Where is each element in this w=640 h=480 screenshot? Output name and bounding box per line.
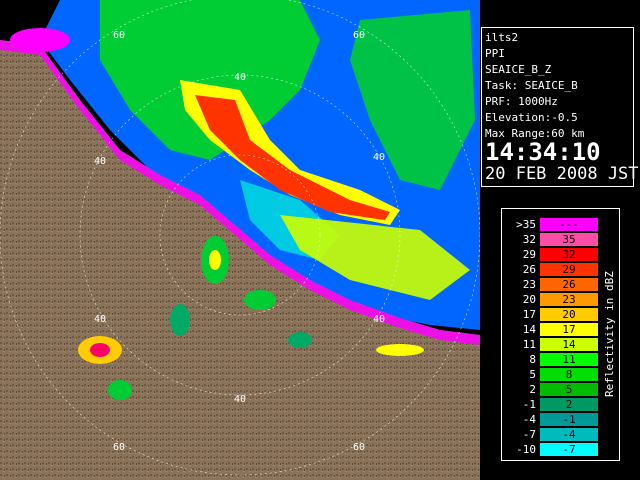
ring-label: 60	[353, 442, 365, 453]
elevation-value: Elevation:-0.5	[485, 111, 578, 124]
scan-date: 20 FEB 2008 JST	[485, 164, 639, 184]
ring-label: 40	[234, 394, 246, 405]
legend-low-value: -1	[522, 398, 536, 411]
legend-low-value: 23	[522, 278, 536, 291]
legend-high-value: -7	[562, 443, 576, 456]
legend-row: -10 -7	[502, 442, 602, 457]
legend-row: 26 29	[502, 262, 602, 277]
legend-high-value: 32	[562, 248, 576, 261]
legend-row: 11 14	[502, 337, 602, 352]
legend-low-value: -7	[522, 428, 536, 441]
legend-row: -4 -1	[502, 412, 602, 427]
legend-low-value: -10	[516, 443, 536, 456]
product-name: SEAICE_B_Z	[485, 63, 552, 76]
legend-low-value: 2	[529, 383, 536, 396]
scan-type: PPI	[485, 47, 505, 60]
legend-high-value: -1	[562, 413, 576, 426]
legend-row: -7 -4	[502, 427, 602, 442]
legend-low-value: 11	[522, 338, 536, 351]
legend-high-value: 17	[562, 323, 576, 336]
legend-high-value: 26	[562, 278, 576, 291]
prf-value: PRF: 1000Hz	[485, 95, 558, 108]
legend-row: 20 23	[502, 292, 602, 307]
legend-high-value: 35	[562, 233, 576, 246]
ring-label: 60	[113, 30, 125, 41]
legend-low-value: 14	[522, 323, 536, 336]
task-name: Task: SEAICE_B	[485, 79, 578, 92]
legend-row: >35 ---	[502, 217, 602, 232]
scan-time: 14:34:10	[485, 138, 601, 166]
legend-high-value: 29	[562, 263, 576, 276]
ring-label: 40	[94, 156, 106, 167]
ring-label: 40	[234, 72, 246, 83]
legend-row: -1 2	[502, 397, 602, 412]
legend-low-value: 32	[522, 233, 536, 246]
legend-low-value: 17	[522, 308, 536, 321]
host-name: ilts2	[485, 31, 519, 44]
legend-row: 25	[502, 382, 602, 397]
legend-high-value: 20	[562, 308, 576, 321]
legend-high-value: 8	[565, 368, 573, 381]
legend-high-value: 14	[562, 338, 576, 351]
ring-label: 40	[373, 314, 385, 325]
legend-high-value: 11	[562, 353, 576, 366]
legend-high-value: 5	[565, 383, 573, 396]
legend-row: 8 11	[502, 352, 602, 367]
legend-row: 14 17	[502, 322, 602, 337]
ring-label: 40	[373, 152, 385, 163]
legend-low-value: -4	[522, 413, 536, 426]
legend-high-value: 2	[565, 398, 573, 411]
scan-info-panel: ilts2 PPI SEAICE_B_Z Task: SEAICE_B PRF:…	[481, 27, 639, 187]
reflectivity-legend: >35 --- 32 35 29 32 26 29 23 26 20 23 17 20 14 17 11 14 8 1…	[501, 208, 620, 461]
legend-row: 23 26	[502, 277, 602, 292]
legend-axis-label: Reflectivity in dBZ	[603, 271, 616, 397]
legend-low-value: 26	[522, 263, 536, 276]
legend-row: 32 35	[502, 232, 602, 247]
legend-row: 17 20	[502, 307, 602, 322]
legend-low-value: 5	[529, 368, 536, 381]
legend-low-value: 29	[522, 248, 536, 261]
legend-high-value: 23	[562, 293, 576, 306]
legend-row: 29 32	[502, 247, 602, 262]
ring-label: 60	[113, 442, 125, 453]
ring-label: 60	[353, 30, 365, 41]
legend-high-value: -4	[562, 428, 576, 441]
radar-ppi-map[interactable]: 60 40 40 40 40 40 60 60 40 60	[0, 0, 480, 480]
legend-row: 58	[502, 367, 602, 382]
legend-low-value: >35	[516, 218, 536, 231]
legend-high-value: ---	[559, 218, 579, 231]
legend-low-value: 8	[529, 353, 536, 366]
ring-label: 40	[94, 314, 106, 325]
legend-low-value: 20	[522, 293, 536, 306]
